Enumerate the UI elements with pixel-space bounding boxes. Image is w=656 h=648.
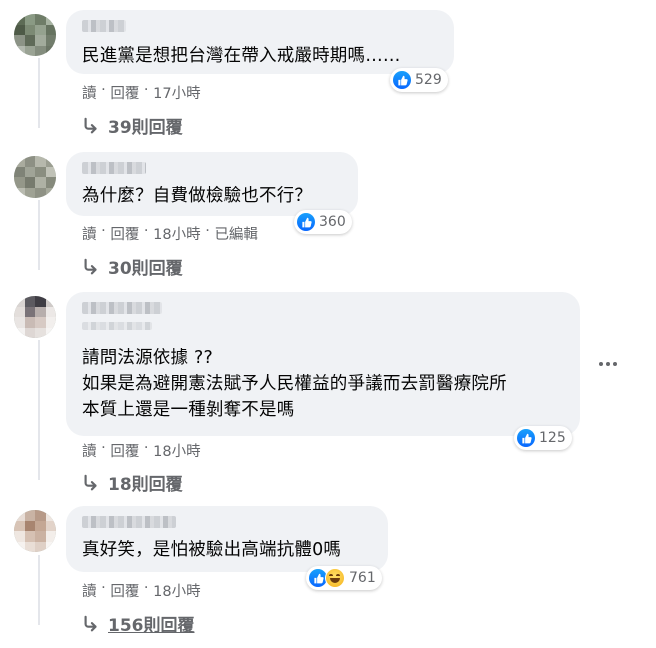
- comment-bubble: 真好笑，是怕被驗出高端抗體0嗎: [66, 506, 388, 572]
- view-replies-button[interactable]: 156則回覆: [82, 611, 195, 636]
- replies-count: 156則回覆: [108, 616, 195, 636]
- meta-separator: ·: [96, 82, 111, 98]
- comment-text-line: 請問法源依據 ??: [82, 348, 213, 368]
- reaction-number: 360: [319, 214, 346, 230]
- replies-count: 18則回覆: [108, 475, 183, 495]
- thread-line: [38, 555, 40, 625]
- view-replies-button[interactable]: 30則回覆: [82, 254, 183, 279]
- avatar[interactable]: [14, 510, 56, 552]
- comment-text: 民進黨是想把台灣在帶入戒嚴時期嗎……: [82, 46, 401, 66]
- reaction-count[interactable]: 529: [390, 68, 448, 92]
- commenter-name[interactable]: [82, 302, 162, 314]
- comment-text-line: 如果是為避開憲法賦予人民權益的爭議而去罰醫療院所: [82, 374, 507, 394]
- commenter-name[interactable]: [82, 516, 176, 528]
- comment-text-line: 本質上還是一種剝奪不是嗎: [82, 400, 295, 420]
- read-link[interactable]: 讀: [82, 580, 97, 601]
- commenter-name[interactable]: [82, 162, 146, 174]
- meta-separator: ·: [139, 440, 154, 456]
- reply-arrow-icon: [84, 474, 97, 490]
- avatar[interactable]: [14, 156, 56, 198]
- reply-link[interactable]: 回覆: [110, 223, 139, 244]
- comment-text: 真好笑，是怕被驗出高端抗體0嗎: [82, 540, 342, 560]
- meta-separator: ·: [200, 223, 215, 239]
- comment-bubble: 請問法源依據 ?? 如果是為避開憲法賦予人民權益的爭議而去罰醫療院所 本質上還是…: [66, 292, 580, 436]
- timestamp[interactable]: 18小時: [153, 223, 200, 244]
- meta-separator: ·: [96, 580, 111, 596]
- like-icon: [517, 429, 535, 447]
- view-replies-button[interactable]: 18則回覆: [82, 470, 183, 495]
- reply-link[interactable]: 回覆: [110, 440, 139, 461]
- meta-separator: ·: [139, 580, 154, 596]
- meta-separator: ·: [96, 440, 111, 456]
- edited-label[interactable]: 已編輯: [214, 223, 258, 244]
- comment-meta: 讀 · 回覆 · 18小時: [82, 580, 201, 601]
- comment-meta: 讀 · 回覆 · 18小時: [82, 440, 201, 461]
- reaction-number: 761: [349, 570, 376, 586]
- view-replies-button[interactable]: 39則回覆: [82, 113, 183, 138]
- timestamp[interactable]: 18小時: [153, 440, 200, 461]
- haha-icon: [325, 568, 345, 588]
- reaction-count[interactable]: 761: [306, 566, 382, 590]
- replies-count: 39則回覆: [108, 118, 183, 138]
- comment-thread: 民進黨是想把台灣在帶入戒嚴時期嗎…… 529 讀 · 回覆 · 17小時 39則…: [0, 0, 656, 648]
- reaction-number: 125: [539, 430, 566, 446]
- avatar[interactable]: [14, 14, 56, 56]
- like-icon: [297, 213, 315, 231]
- reaction-count[interactable]: 125: [514, 426, 572, 450]
- reply-link[interactable]: 回覆: [110, 82, 139, 103]
- comment-meta: 讀 · 回覆 · 18小時 · 已編輯: [82, 223, 258, 244]
- comment-bubble: 為什麼？自費做檢驗也不行？: [66, 152, 358, 216]
- commenter-subtitle: [82, 322, 152, 330]
- read-link[interactable]: 讀: [82, 440, 97, 461]
- meta-separator: ·: [139, 223, 154, 239]
- comment-text: 為什麼？自費做檢驗也不行？: [82, 186, 313, 206]
- meta-separator: ·: [139, 82, 154, 98]
- like-icon: [393, 71, 411, 89]
- read-link[interactable]: 讀: [82, 223, 97, 244]
- meta-separator: ·: [96, 223, 111, 239]
- commenter-name[interactable]: [82, 20, 126, 32]
- comment-bubble: 民進黨是想把台灣在帶入戒嚴時期嗎……: [66, 10, 454, 74]
- thread-line: [38, 340, 40, 480]
- timestamp[interactable]: 17小時: [153, 82, 200, 103]
- replies-count: 30則回覆: [108, 259, 183, 279]
- comment-meta: 讀 · 回覆 · 17小時: [82, 82, 201, 103]
- reply-link[interactable]: 回覆: [110, 580, 139, 601]
- reply-arrow-icon: [84, 117, 97, 133]
- reply-arrow-icon: [84, 615, 97, 631]
- thread-line: [38, 200, 40, 270]
- read-link[interactable]: 讀: [82, 82, 97, 103]
- timestamp[interactable]: 18小時: [153, 580, 200, 601]
- more-options-icon[interactable]: [596, 352, 620, 376]
- reaction-count[interactable]: 360: [294, 210, 352, 234]
- avatar[interactable]: [14, 296, 56, 338]
- reply-arrow-icon: [84, 258, 97, 274]
- thread-line: [38, 58, 40, 128]
- reaction-number: 529: [415, 72, 442, 88]
